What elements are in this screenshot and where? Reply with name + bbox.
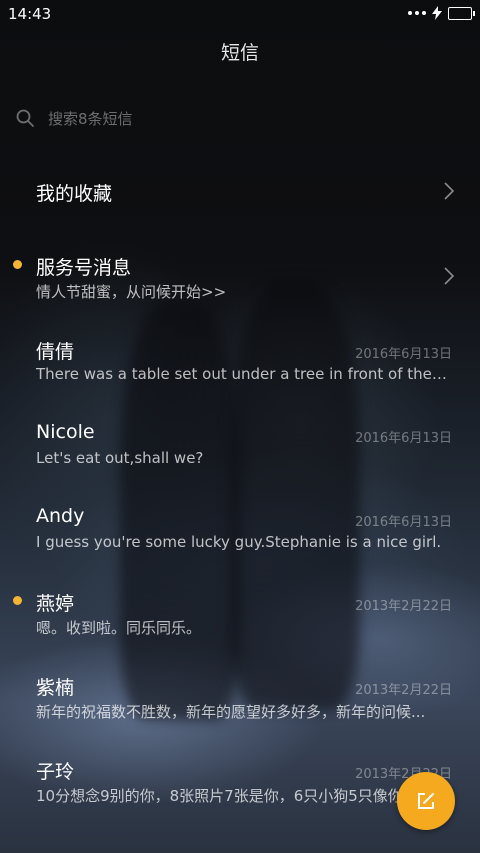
status-time: 14:43 bbox=[8, 5, 52, 23]
chevron-right-icon bbox=[444, 267, 454, 285]
conversation-date: 2013年2月22日 bbox=[355, 599, 452, 614]
unread-dot bbox=[13, 260, 22, 269]
compose-icon bbox=[418, 793, 434, 809]
conversation-item[interactable]: 燕婷 2013年2月22日 嗯。收到啦。同乐同乐。 bbox=[0, 576, 480, 648]
conversation-name: 紫楠 bbox=[36, 677, 75, 699]
unread-dot bbox=[13, 596, 22, 605]
conversation-preview: I guess you're some lucky guy.Stephanie … bbox=[36, 533, 442, 551]
conversation-item[interactable]: 倩倩 2016年6月13日 There was a table set out … bbox=[0, 324, 480, 396]
favorites-row[interactable]: 我的收藏 bbox=[0, 160, 480, 220]
conversation-preview: There was a table set out under a tree i… bbox=[36, 365, 450, 383]
conversation-date: 2016年6月13日 bbox=[355, 431, 452, 446]
conversation-preview: 嗯。收到啦。同乐同乐。 bbox=[36, 619, 202, 637]
battery-icon bbox=[448, 6, 475, 20]
conversation-name: 子玲 bbox=[36, 761, 75, 783]
search-icon bbox=[16, 109, 34, 127]
conversation-name: Nicole bbox=[36, 421, 95, 443]
conversation-preview: Let's eat out,shall we? bbox=[36, 449, 204, 467]
more-dots-icon bbox=[408, 11, 426, 15]
favorites-label: 我的收藏 bbox=[36, 183, 113, 205]
conversation-preview: 新年的祝福数不胜数，新年的愿望好多好多，新年的问候... bbox=[36, 703, 426, 721]
conversation-date: 2016年6月13日 bbox=[355, 347, 452, 362]
charging-bolt-icon bbox=[432, 6, 442, 20]
conversation-item-service[interactable]: 服务号消息 情人节甜蜜，从问候开始>> bbox=[0, 240, 480, 310]
compose-button[interactable] bbox=[397, 772, 455, 830]
chevron-right-icon bbox=[444, 182, 454, 200]
conversation-preview: 情人节甜蜜，从问候开始>> bbox=[36, 283, 227, 301]
conversation-date: 2013年2月22日 bbox=[355, 683, 452, 698]
page-title: 短信 bbox=[220, 42, 259, 64]
status-bar: 14:43 bbox=[0, 0, 480, 28]
conversation-item[interactable]: 紫楠 2013年2月22日 新年的祝福数不胜数，新年的愿望好多好多，新年的问候.… bbox=[0, 660, 480, 732]
conversation-name: 燕婷 bbox=[36, 593, 75, 615]
conversation-date: 2016年6月13日 bbox=[355, 515, 452, 530]
search-input[interactable]: 搜索8条短信 bbox=[16, 104, 456, 132]
search-placeholder: 搜索8条短信 bbox=[48, 109, 133, 128]
conversation-item[interactable]: Andy 2016年6月13日 I guess you're some luck… bbox=[0, 492, 480, 564]
status-icons bbox=[408, 6, 475, 20]
conversation-name: 服务号消息 bbox=[36, 257, 132, 279]
conversation-preview: 10分想念9别的你，8张照片7张是你，6只小狗5只像你... bbox=[36, 787, 418, 805]
conversation-name: Andy bbox=[36, 505, 85, 527]
conversation-item[interactable]: Nicole 2016年6月13日 Let's eat out,shall we… bbox=[0, 408, 480, 480]
conversation-name: 倩倩 bbox=[36, 341, 75, 363]
